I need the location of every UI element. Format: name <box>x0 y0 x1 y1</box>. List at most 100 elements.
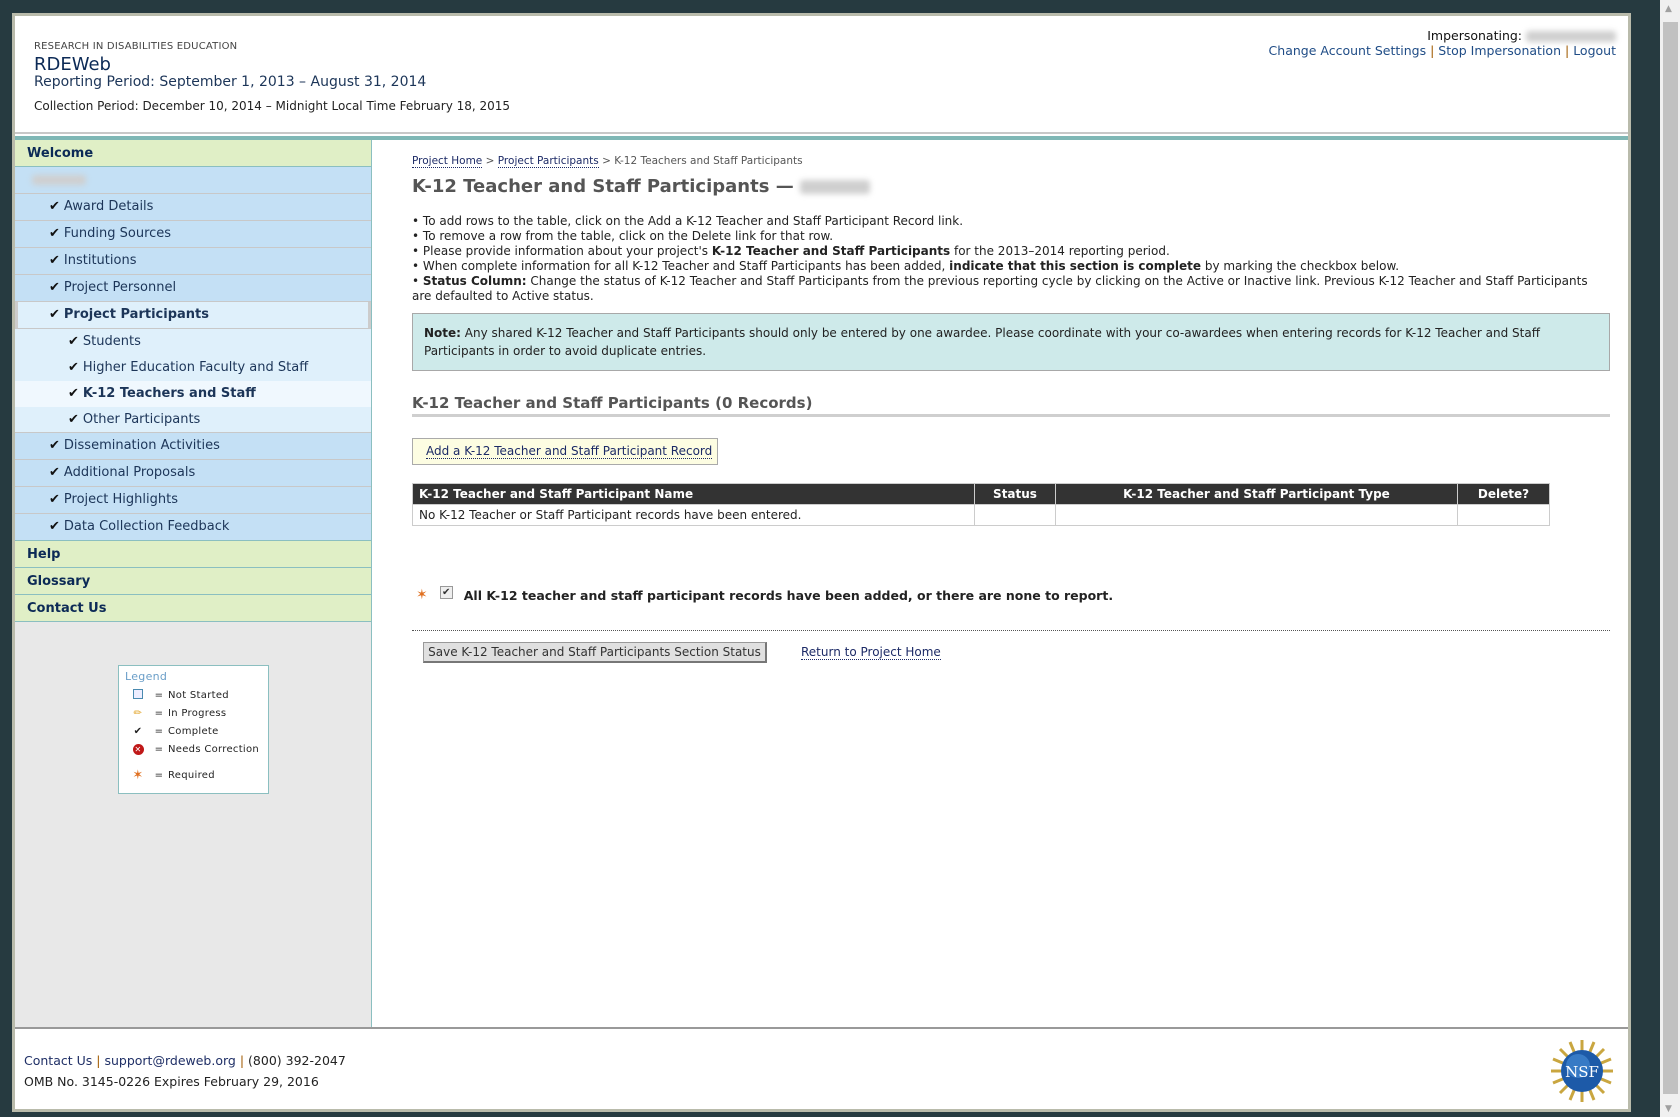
footer-contact: Contact Us | support@rdeweb.org | (800) … <box>24 1053 346 1068</box>
footer-contact-link[interactable]: Contact Us <box>24 1053 92 1068</box>
org-name: RESEARCH IN DISABILITIES EDUCATION <box>34 41 238 52</box>
breadcrumb: Project Home > Project Participants > K-… <box>412 155 803 168</box>
instruction-text: by marking the checkbox below. <box>1201 259 1400 273</box>
sidebar-item-label: Project Highlights <box>63 492 178 507</box>
scroll-up-icon[interactable]: ▲ <box>1665 4 1672 14</box>
sidebar-item-label: Higher Education Faculty and Staff <box>82 360 309 375</box>
instruction-item: • To add rows to the table, click on the… <box>412 214 964 228</box>
required-icon: ✶ <box>132 767 144 783</box>
footer: Contact Us | support@rdeweb.org | (800) … <box>15 1027 1628 1112</box>
check-icon: ✔ <box>49 280 60 295</box>
breadcrumb-project-participants[interactable]: Project Participants <box>497 155 599 168</box>
col-type: K-12 Teacher and Staff Participant Type <box>1055 483 1458 505</box>
sidebar-subitem-other[interactable]: ✔ Other Participants <box>15 407 371 433</box>
sidebar-item-funding-sources[interactable]: ✔ Funding Sources <box>15 221 371 248</box>
confirm-label: All K-12 teacher and staff participant r… <box>463 587 1114 603</box>
sidebar-item-project-personnel[interactable]: ✔ Project Personnel <box>15 275 371 302</box>
instruction-text: When complete information for all K-12 T… <box>422 259 950 273</box>
return-to-project-home-link[interactable]: Return to Project Home <box>801 645 941 660</box>
check-icon: ✔ <box>49 519 60 534</box>
instruction-text: To add rows to the table, click on the A… <box>422 214 964 228</box>
save-status-button[interactable]: Save K-12 Teacher and Staff Participants… <box>423 642 767 663</box>
scrollbar-thumb[interactable] <box>1663 22 1678 1094</box>
instruction-continuation: are defaulted to Active status. <box>412 289 594 303</box>
sidebar-item-label: Additional Proposals <box>63 465 196 480</box>
sidebar-item-award-id[interactable] <box>15 167 371 194</box>
divider <box>412 630 1610 631</box>
instruction-bold: indicate that this section is complete <box>949 259 1202 273</box>
instruction-bold: Status Column: <box>422 274 527 288</box>
breadcrumb-sep: > <box>485 155 495 167</box>
completion-confirmation: ✶ ✔ All K-12 teacher and staff participa… <box>416 585 1114 603</box>
instruction-item: • To remove a row from the table, click … <box>412 229 834 243</box>
sidebar-item-project-highlights[interactable]: ✔ Project Highlights <box>15 487 371 514</box>
scroll-down-icon[interactable]: ▼ <box>1665 1104 1672 1114</box>
check-icon: ✔ <box>68 412 79 427</box>
sidebar-item-dissemination[interactable]: ✔ Dissemination Activities <box>15 433 371 460</box>
separator: | <box>1430 43 1435 58</box>
check-icon: ✔ <box>49 253 60 268</box>
legend-eq: = <box>154 769 164 781</box>
sidebar-item-welcome[interactable]: Welcome <box>15 140 371 167</box>
app-name: RDEWeb <box>34 54 111 75</box>
main-content: Project Home > Project Participants > K-… <box>412 140 1628 1027</box>
check-icon: ✔ <box>49 226 60 241</box>
table-cell <box>974 504 1056 526</box>
required-icon: ✶ <box>416 587 428 603</box>
check-icon: ✔ <box>49 438 60 453</box>
note-text: Any shared K-12 Teacher and Staff Partic… <box>424 326 1540 358</box>
col-name: K-12 Teacher and Staff Participant Name <box>412 483 975 505</box>
table-cell <box>1055 504 1458 526</box>
participants-table: K-12 Teacher and Staff Participant Name … <box>412 483 1550 526</box>
col-delete: Delete? <box>1457 483 1550 505</box>
sidebar-subitem-students[interactable]: ✔ Students <box>15 329 371 355</box>
sidebar-subitem-k12[interactable]: ✔ K-12 Teachers and Staff <box>15 381 371 407</box>
instruction-bold: K-12 Teacher and Staff Participants <box>711 244 951 258</box>
logout-link[interactable]: Logout <box>1573 43 1616 58</box>
complete-checkbox[interactable]: ✔ <box>439 585 453 599</box>
legend-eq: = <box>154 707 164 719</box>
vertical-scrollbar[interactable]: ▲ ▼ <box>1660 0 1680 1117</box>
add-record-button[interactable]: Add a K-12 Teacher and Staff Participant… <box>412 438 718 465</box>
footer-email-link[interactable]: support@rdeweb.org <box>104 1053 235 1068</box>
stop-impersonation-link[interactable]: Stop Impersonation <box>1438 43 1561 58</box>
sidebar-item-award-details[interactable]: ✔ Award Details <box>15 194 371 221</box>
account-links: Impersonating: Change Account Settings |… <box>1269 28 1616 58</box>
pencil-icon: ✏ <box>133 707 143 719</box>
sidebar-item-label: Dissemination Activities <box>63 438 220 453</box>
instructions-list: • To add rows to the table, click on the… <box>412 214 1607 304</box>
sidebar-subitem-higher-ed[interactable]: ✔ Higher Education Faculty and Staff <box>15 355 371 381</box>
sidebar-item-glossary[interactable]: Glossary <box>15 568 371 595</box>
check-icon: ✔ <box>68 360 79 375</box>
reporting-period: Reporting Period: September 1, 2013 – Au… <box>34 74 427 90</box>
not-started-icon <box>130 688 146 702</box>
award-redacted <box>799 180 870 194</box>
header: RESEARCH IN DISABILITIES EDUCATION RDEWe… <box>15 16 1628 134</box>
instruction-item: • Please provide information about your … <box>412 244 1170 258</box>
instruction-text: Please provide information about your pr… <box>422 244 712 258</box>
instruction-text: Change the status of K-12 Teacher and St… <box>526 274 1588 288</box>
sidebar-item-label: Funding Sources <box>63 226 172 241</box>
sidebar-item-label: Institutions <box>63 253 137 268</box>
change-account-settings-link[interactable]: Change Account Settings <box>1269 43 1427 58</box>
sidebar-item-contact-us[interactable]: Contact Us <box>15 595 371 622</box>
breadcrumb-project-home[interactable]: Project Home <box>412 155 483 168</box>
check-icon: ✔ <box>133 725 143 737</box>
table-row: No K-12 Teacher or Staff Participant rec… <box>412 504 1550 526</box>
legend-label: Complete <box>168 725 219 737</box>
legend-eq: = <box>154 725 164 737</box>
legend-label: Not Started <box>168 689 229 701</box>
omb-number: OMB No. 3145-0226 Expires February 29, 2… <box>24 1074 319 1089</box>
instruction-item: • Status Column: Change the status of K-… <box>412 274 1588 288</box>
add-record-link[interactable]: Add a K-12 Teacher and Staff Participant… <box>426 444 713 459</box>
nsf-logo: NSF <box>1551 1040 1613 1102</box>
impersonated-user-redacted <box>1526 31 1616 42</box>
sidebar-item-help[interactable]: Help <box>15 541 371 568</box>
sidebar-item-institutions[interactable]: ✔ Institutions <box>15 248 371 275</box>
empty-message: No K-12 Teacher or Staff Participant rec… <box>412 504 975 526</box>
sidebar-item-additional-proposals[interactable]: ✔ Additional Proposals <box>15 460 371 487</box>
sidebar-item-project-participants[interactable]: ✔ Project Participants <box>15 302 371 329</box>
award-id-redacted <box>32 174 86 185</box>
breadcrumb-current: K-12 Teachers and Staff Participants <box>614 155 803 167</box>
sidebar-item-data-collection-feedback[interactable]: ✔ Data Collection Feedback <box>15 514 371 541</box>
